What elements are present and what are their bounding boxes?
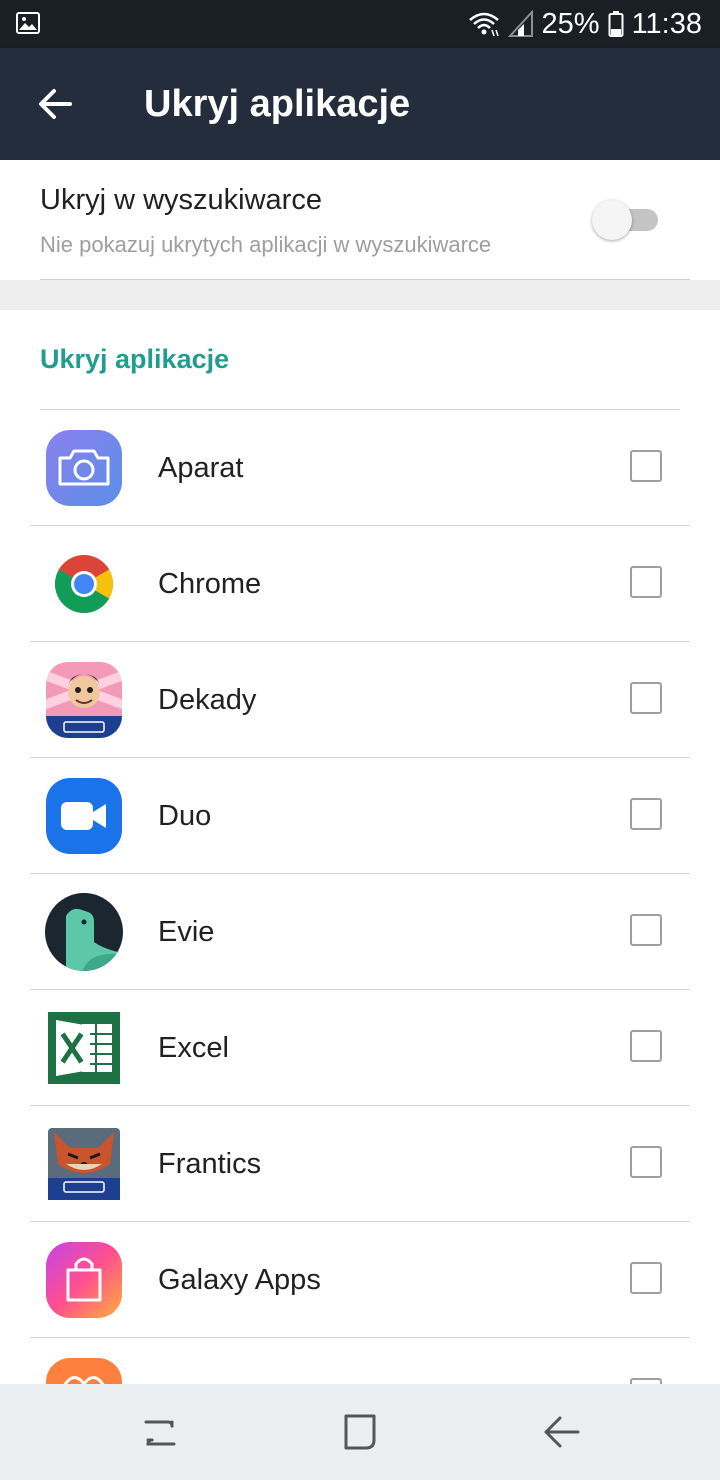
camera-app-icon <box>46 430 122 506</box>
back-icon[interactable] <box>540 1410 584 1454</box>
app-row-duo[interactable]: Duo <box>0 758 720 874</box>
app-label: Evie <box>158 916 215 948</box>
arrow-back-icon[interactable] <box>30 78 82 130</box>
hide-apps-section: Ukryj aplikacje Aparat Chrome Dekady Duo… <box>0 310 720 1384</box>
app-label: Excel <box>158 1032 229 1064</box>
app-row-frantics[interactable]: Frantics <box>0 1106 720 1222</box>
battery-percent: 25% <box>541 7 600 40</box>
hide-checkbox[interactable] <box>630 682 662 714</box>
chrome-app-icon <box>55 555 113 613</box>
app-label: Galaxy Apps <box>158 1264 321 1296</box>
galaxy-apps-icon <box>46 1242 122 1318</box>
setting-title: Ukryj w wyszukiwarce <box>40 184 322 216</box>
partially-visible-app-icon <box>46 1358 122 1384</box>
app-list: Aparat Chrome Dekady Duo Evie Excel Fran… <box>0 410 720 1384</box>
battery-icon <box>608 11 624 37</box>
status-right-group: 25% 11:38 <box>468 6 702 42</box>
evie-app-icon <box>45 893 123 971</box>
gallery-notification-icon <box>16 12 40 34</box>
recents-icon[interactable] <box>138 1410 182 1454</box>
toggle-thumb <box>592 200 632 240</box>
wifi-icon <box>468 12 499 37</box>
app-row-aparat[interactable]: Aparat <box>0 410 720 526</box>
app-row-excel[interactable]: Excel <box>0 990 720 1106</box>
page-title: Ukryj aplikacje <box>144 83 411 125</box>
hide-checkbox[interactable] <box>630 450 662 482</box>
hide-checkbox[interactable] <box>630 1030 662 1062</box>
clock: 11:38 <box>631 7 702 40</box>
app-row-chrome[interactable]: Chrome <box>0 526 720 642</box>
signal-icon <box>507 10 533 37</box>
hide-in-search-toggle[interactable] <box>592 200 660 240</box>
home-icon[interactable] <box>338 1410 382 1454</box>
dekady-app-icon <box>46 662 122 738</box>
hide-in-search-setting[interactable]: Ukryj w wyszukiwarce Nie pokazuj ukrytyc… <box>0 160 720 280</box>
hide-checkbox[interactable] <box>630 566 662 598</box>
app-bar: Ukryj aplikacje <box>0 48 720 160</box>
app-row-galaxy-apps[interactable]: Galaxy Apps <box>0 1222 720 1338</box>
section-header: Ukryj aplikacje <box>40 344 230 374</box>
navigation-bar <box>0 1384 720 1480</box>
hide-checkbox[interactable] <box>630 798 662 830</box>
app-row-partial[interactable] <box>0 1338 720 1384</box>
hide-checkbox[interactable] <box>630 1262 662 1294</box>
excel-app-icon <box>48 1012 120 1084</box>
app-row-evie[interactable]: Evie <box>0 874 720 990</box>
duo-app-icon <box>46 778 122 854</box>
app-row-dekady[interactable]: Dekady <box>0 642 720 758</box>
frantics-app-icon <box>48 1128 120 1200</box>
hide-checkbox[interactable] <box>630 914 662 946</box>
app-label: Chrome <box>158 568 262 600</box>
app-label: Aparat <box>158 452 244 484</box>
app-label: Frantics <box>158 1148 262 1180</box>
section-gap <box>0 280 720 310</box>
app-label: Duo <box>158 800 212 832</box>
setting-subtitle: Nie pokazuj ukrytych aplikacji w wyszuki… <box>40 232 492 257</box>
hide-checkbox[interactable] <box>630 1146 662 1178</box>
app-label: Dekady <box>158 684 257 716</box>
status-bar: 25% 11:38 <box>0 0 720 48</box>
